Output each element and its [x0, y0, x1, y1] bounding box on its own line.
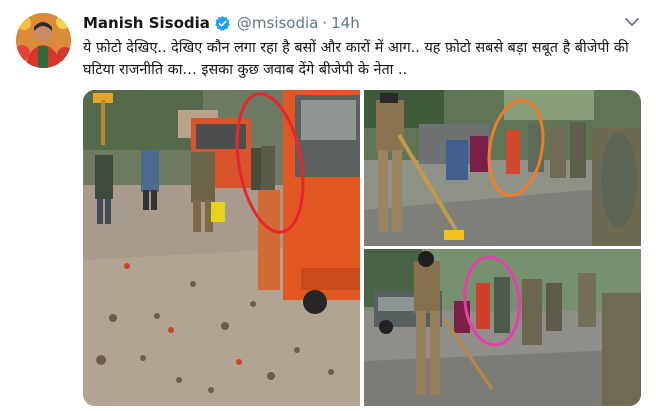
photo-bus-fire[interactable] [83, 90, 360, 406]
photo-police-orange-circle[interactable] [364, 90, 641, 246]
avatar[interactable] [16, 13, 71, 68]
verified-badge-icon [214, 15, 231, 32]
avatar-image [16, 13, 71, 68]
tweet-header: Manish Sisodia @msisodia · 14h [83, 12, 360, 34]
tweet-text: ये फ़ोटो देखिए.. देखिए कौन लगा रहा है बस… [83, 40, 629, 78]
chevron-down-icon[interactable] [623, 14, 641, 28]
tweet-timestamp[interactable]: 14h [331, 14, 360, 32]
author-name[interactable]: Manish Sisodia [83, 14, 210, 32]
tweet-media-grid [83, 90, 641, 406]
separator-dot: · [322, 14, 328, 32]
photo-police-pink-circle[interactable] [364, 249, 641, 406]
author-handle[interactable]: @msisodia [237, 14, 318, 32]
